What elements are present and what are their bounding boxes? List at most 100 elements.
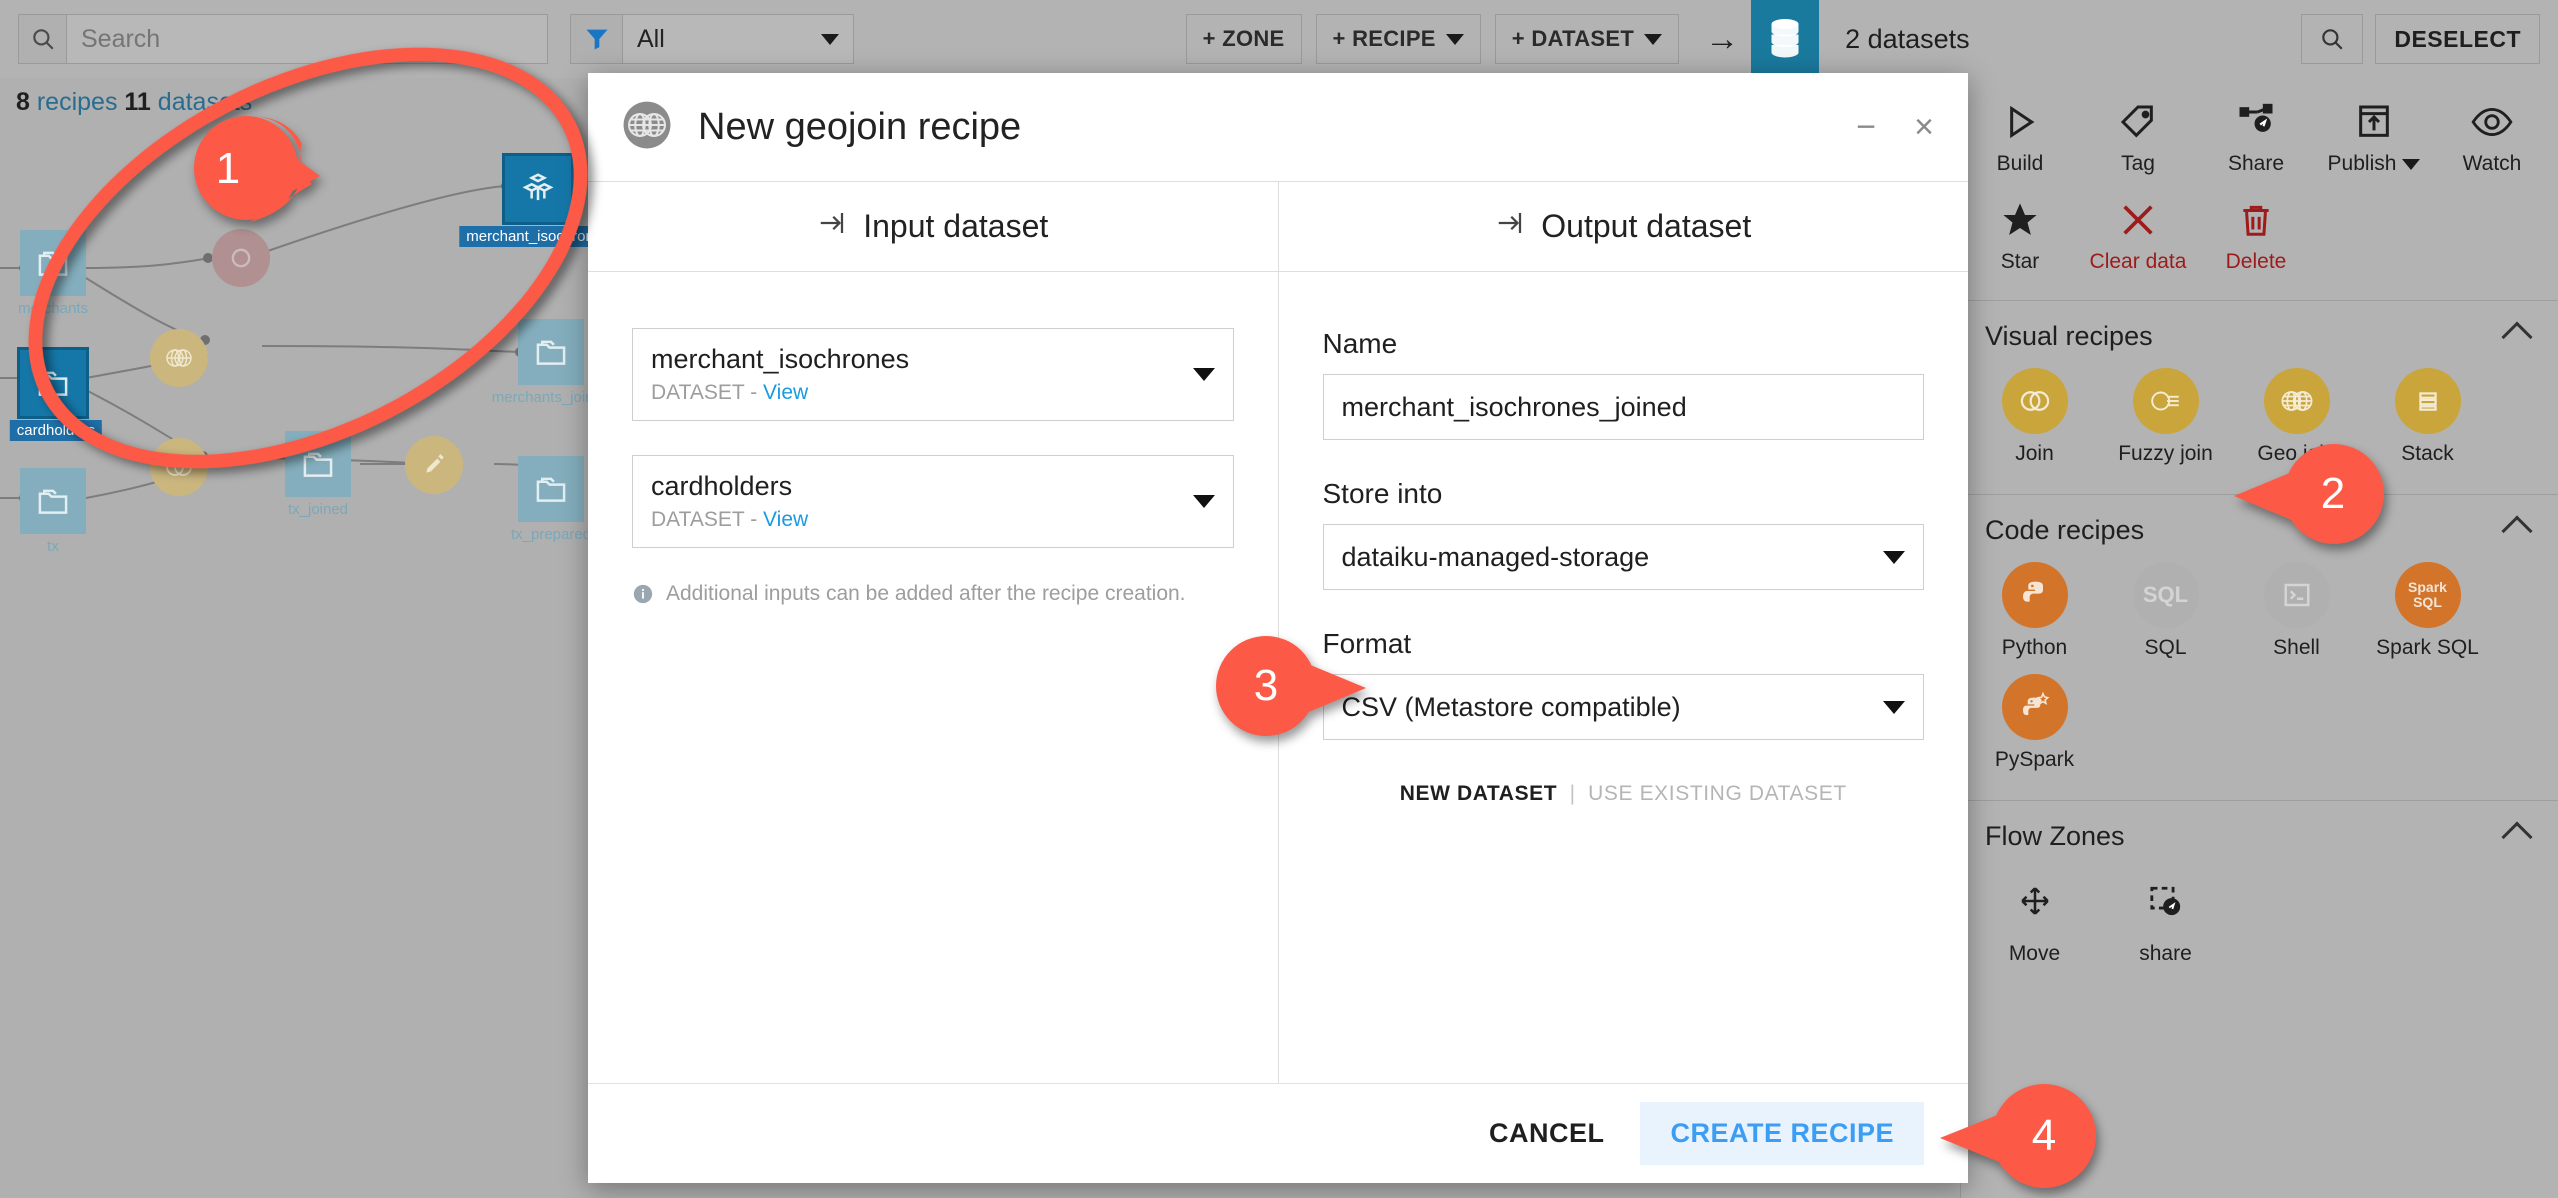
add-zone-button[interactable]: + ZONE (1185, 14, 1302, 64)
input-dataset-name: merchant_isochrones (651, 343, 910, 374)
action-clear-data[interactable]: Clear data (2079, 194, 2197, 274)
recipes-count: 8 (16, 88, 30, 116)
action-label: Star (2000, 250, 2040, 273)
store-into-select[interactable]: dataiku-managed-storage (1322, 524, 1924, 590)
store-into-value: dataiku-managed-storage (1341, 541, 1650, 572)
chevron-down-icon (1883, 550, 1905, 564)
view-link[interactable]: View (763, 381, 808, 404)
action-label: Watch (2462, 152, 2522, 175)
action-publish[interactable]: Publish (2315, 96, 2433, 176)
recipe-python[interactable]: Python (1969, 562, 2100, 660)
add-recipe-label: + RECIPE (1332, 26, 1436, 51)
add-zone-label: + ZONE (1202, 26, 1285, 51)
tag-icon (2079, 96, 2197, 148)
toggle-separator: | (1569, 782, 1576, 805)
action-tag[interactable]: Tag (2079, 96, 2197, 176)
fuzzy-join-icon (2132, 368, 2199, 434)
section-header-flow-zones[interactable]: Flow Zones (1961, 801, 2558, 862)
recipe-pyspark[interactable]: PySpark (1969, 674, 2100, 772)
recipe-label: Fuzzy join (2118, 442, 2213, 465)
flow-zone-label: share (2139, 942, 2192, 966)
section-title: Visual recipes (1985, 321, 2153, 351)
create-recipe-button[interactable]: CREATE RECIPE (1640, 1102, 1924, 1165)
play-triangle-icon (1961, 96, 2079, 148)
action-delete[interactable]: Delete (2197, 194, 2315, 274)
action-label: Build (1996, 152, 2044, 175)
output-name-value: merchant_isochrones_joined (1341, 391, 1687, 422)
input-dataset-select-2[interactable]: cardholders DATASET - View (632, 455, 1234, 548)
deselect-button[interactable]: DESELECT (2375, 14, 2541, 64)
section-header-visual-recipes[interactable]: Visual recipes (1961, 301, 2558, 362)
new-dataset-toggle[interactable]: NEW DATASET (1400, 782, 1557, 805)
input-dataset-meta: DATASET - View (651, 508, 808, 532)
chevron-up-icon[interactable] (2501, 821, 2533, 853)
dataset-actions: Build Tag Share Publish Watch Star Clear… (1961, 78, 2558, 300)
add-dataset-label: + DATASET (1511, 26, 1635, 51)
flow-node-tx[interactable] (20, 468, 86, 534)
input-dataset-select-1[interactable]: merchant_isochrones DATASET - View (632, 328, 1234, 421)
action-label: Tag (2121, 152, 2155, 175)
output-name-input[interactable]: merchant_isochrones_joined (1322, 374, 1924, 440)
arrow-into-icon (1495, 208, 1525, 246)
flow-prepare-recipe-node[interactable] (405, 436, 463, 494)
section-title: Code recipes (1985, 515, 2145, 546)
trash-icon (2197, 194, 2315, 246)
annotation-callout-3: 3 (1200, 634, 1370, 738)
input-dataset-name: cardholders (651, 470, 793, 501)
callout-number: 2 (2320, 469, 2346, 518)
dataset-type-label: DATASET (651, 381, 745, 405)
filter-select[interactable]: All (623, 15, 853, 63)
new-geojoin-recipe-modal: New geojoin recipe − × Input dataset mer… (588, 73, 1968, 1183)
recipe-label: PySpark (1994, 748, 2075, 772)
cancel-button[interactable]: CANCEL (1463, 1102, 1631, 1165)
flow-node-merchants-joined[interactable] (518, 319, 584, 385)
flow-zone-move[interactable]: Move (1969, 868, 2100, 966)
minimize-icon[interactable]: − (1856, 108, 1876, 147)
geo-join-globes-icon (2263, 368, 2330, 434)
chevron-down-icon (821, 33, 839, 45)
modal-body: Input dataset merchant_isochrones DATASE… (588, 181, 1968, 1083)
chevron-up-icon[interactable] (2501, 320, 2533, 353)
recipe-shell[interactable]: Shell (2231, 562, 2362, 660)
eye-icon (2433, 96, 2551, 148)
section-title: Flow Zones (1985, 821, 2125, 852)
action-build[interactable]: Build (1961, 96, 2079, 176)
format-select[interactable]: CSV (Metastore compatible) (1322, 674, 1924, 740)
arrow-right-icon[interactable]: → (1693, 0, 1751, 78)
use-existing-dataset-toggle[interactable]: USE EXISTING DATASET (1588, 782, 1847, 805)
modal-window-controls: − × (1856, 108, 1934, 147)
action-star[interactable]: Star (1961, 194, 2079, 274)
store-into-label: Store into (1322, 478, 1443, 509)
deselect-label: DESELECT (2394, 25, 2522, 52)
arrow-into-icon (817, 208, 847, 246)
python-icon (2001, 562, 2068, 629)
output-dataset-panel: Output dataset Name merchant_isochrones_… (1278, 182, 1968, 1083)
view-link[interactable]: View (763, 508, 808, 531)
stack-icon (2394, 368, 2461, 434)
input-dataset-meta: DATASET - View (651, 381, 909, 405)
callout-number: 4 (2031, 1111, 2057, 1160)
meta-separator: - (750, 381, 758, 405)
callout-number: 3 (1253, 661, 1279, 710)
action-share[interactable]: Share (2197, 96, 2315, 176)
selection-search-icon[interactable] (2301, 14, 2364, 64)
zone-share-icon (2133, 868, 2199, 934)
chevron-up-icon[interactable] (2501, 515, 2533, 547)
recipe-spark-sql[interactable]: Spark SQL Spark SQL (2362, 562, 2493, 660)
add-recipe-button[interactable]: + RECIPE (1315, 14, 1481, 64)
publish-upload-icon (2315, 96, 2433, 148)
add-dataset-button[interactable]: + DATASET (1494, 14, 1680, 64)
close-x-icon[interactable]: × (1914, 108, 1934, 147)
annotation-callout-4: 4 (1936, 1082, 2114, 1190)
format-value: CSV (Metastore compatible) (1341, 691, 1681, 722)
recipe-fuzzy-join[interactable]: Fuzzy join (2100, 368, 2231, 466)
flow-zone-share[interactable]: share (2100, 868, 2231, 966)
filter-control[interactable]: All (570, 14, 854, 64)
input-hint: Additional inputs can be added after the… (632, 582, 1234, 606)
chevron-down-icon (1192, 368, 1215, 381)
recipe-join[interactable]: Join (1969, 368, 2100, 466)
input-panel-title: Input dataset (863, 208, 1049, 244)
flow-node-tx-prepared[interactable] (518, 456, 584, 522)
action-watch[interactable]: Watch (2433, 96, 2551, 176)
recipe-sql[interactable]: SQL SQL (2100, 562, 2231, 660)
